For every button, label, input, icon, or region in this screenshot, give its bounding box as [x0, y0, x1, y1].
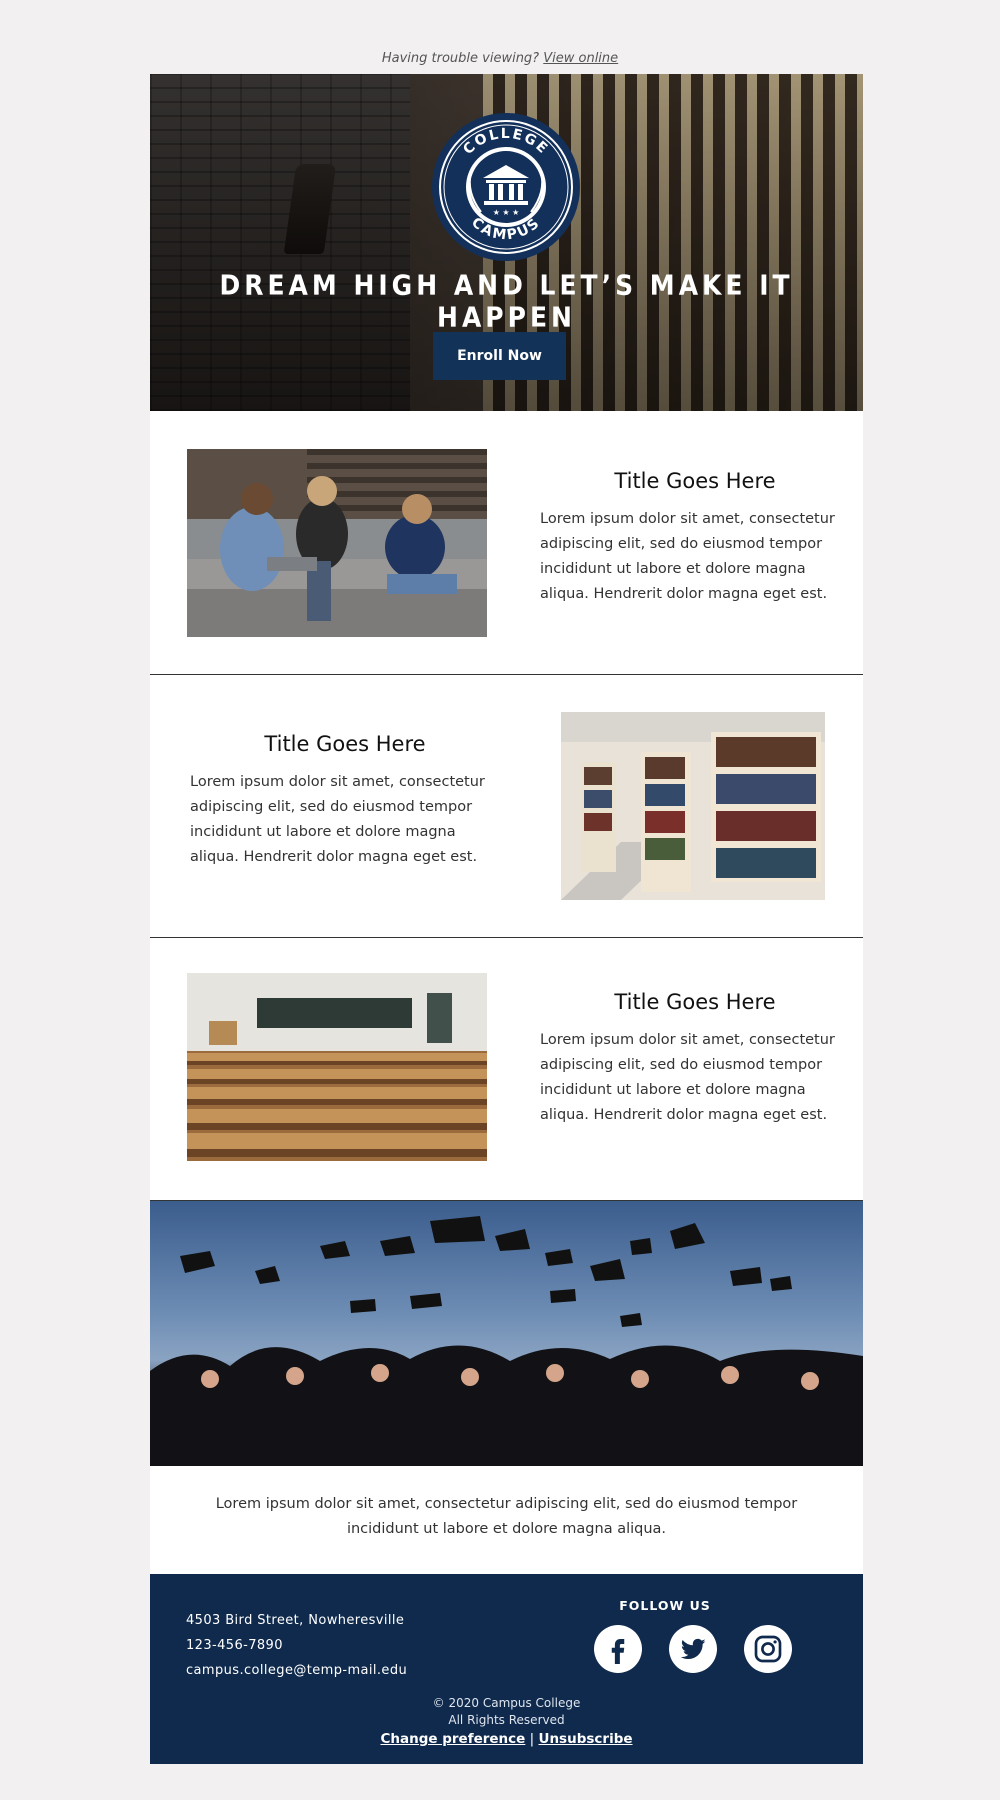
enroll-now-button[interactable]: Enroll Now — [433, 332, 566, 380]
hero-banner: COLLEGE CAMPUS ★ ★ ★ DREAM HIGH AND LET’… — [150, 74, 863, 411]
svg-text:★ ★ ★: ★ ★ ★ — [493, 208, 520, 217]
link-separator: | — [529, 1731, 535, 1747]
feature-row: Title Goes Here Lorem ipsum dolor sit am… — [150, 411, 863, 674]
feature-title: Title Goes Here — [614, 469, 776, 493]
footer-email: campus.college@temp-mail.edu — [186, 1663, 408, 1678]
twitter-icon[interactable] — [669, 1625, 717, 1673]
feature-title: Title Goes Here — [264, 732, 426, 756]
email-container: COLLEGE CAMPUS ★ ★ ★ DREAM HIGH AND LET’… — [150, 74, 863, 1764]
feature-title: Title Goes Here — [614, 990, 776, 1014]
facebook-icon[interactable] — [594, 1625, 642, 1673]
feature-body: Lorem ipsum dolor sit amet, consectetur … — [540, 511, 835, 602]
feature-body: Lorem ipsum dolor sit amet, consectetur … — [190, 774, 485, 865]
feature-row: Title Goes Here Lorem ipsum dolor sit am… — [150, 937, 863, 1200]
footer: 4503 Bird Street, Nowheresville 123-456-… — [150, 1574, 863, 1764]
hero-headline: DREAM HIGH AND LET’S MAKE IT HAPPEN — [219, 269, 794, 333]
footer-address: 4503 Bird Street, Nowheresville — [186, 1613, 405, 1628]
copyright-text: © 2020 Campus College — [432, 1696, 581, 1710]
social-links — [594, 1625, 792, 1673]
lecture-hall-photo — [187, 973, 487, 1161]
preheader-text: Having trouble viewing? — [381, 51, 540, 66]
students-photo — [187, 449, 487, 637]
college-campus-logo: COLLEGE CAMPUS ★ ★ ★ — [432, 113, 580, 261]
change-preference-link[interactable]: Change preference — [380, 1731, 525, 1747]
footer-links: Change preference | Unsubscribe — [150, 1731, 863, 1747]
instagram-icon[interactable] — [744, 1625, 792, 1673]
unsubscribe-link[interactable]: Unsubscribe — [538, 1731, 632, 1747]
footer-phone: 123-456-7890 — [186, 1638, 283, 1653]
closing-caption: Lorem ipsum dolor sit amet, consectetur … — [150, 1466, 863, 1574]
preheader: Having trouble viewing? View online — [0, 51, 1000, 66]
follow-us-label: FOLLOW US — [619, 1598, 711, 1613]
view-online-link[interactable]: View online — [543, 51, 618, 66]
feature-body: Lorem ipsum dolor sit amet, consectetur … — [540, 1032, 835, 1123]
rights-text: All Rights Reserved — [448, 1713, 565, 1727]
feature-row: Title Goes Here Lorem ipsum dolor sit am… — [150, 674, 863, 937]
library-photo — [561, 712, 825, 900]
graduation-photo — [150, 1200, 863, 1466]
